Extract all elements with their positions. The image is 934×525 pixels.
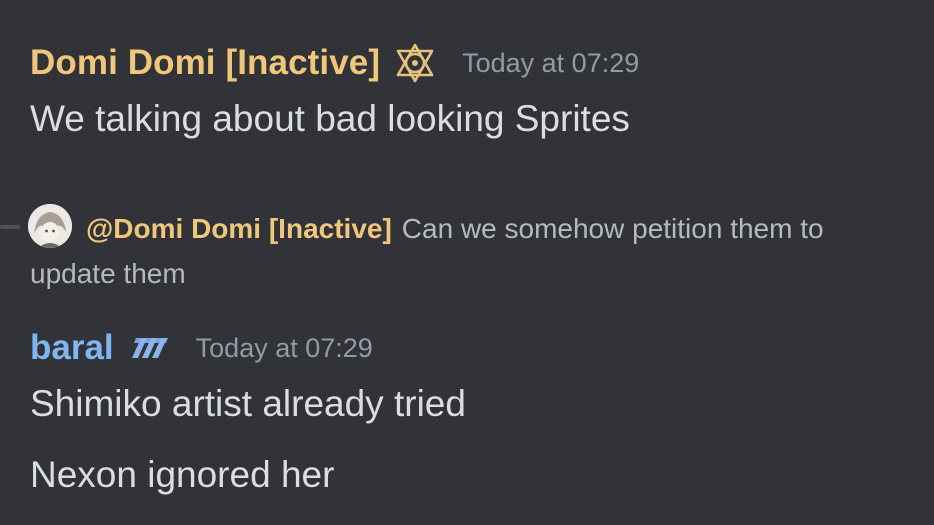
- message-author-name[interactable]: Domi Domi [Inactive]: [30, 43, 380, 83]
- reply-spine: [0, 225, 20, 229]
- message-text: We talking about bad looking Sprites: [30, 98, 630, 139]
- reply-preview[interactable]: @Domi Domi [Inactive] Can we somehow peti…: [30, 206, 910, 296]
- message-header: Domi Domi [Inactive] Today at 07:29: [30, 38, 639, 88]
- message-author-name[interactable]: baral: [30, 328, 114, 368]
- message-timestamp[interactable]: Today at 07:29: [196, 333, 373, 364]
- reply-mention[interactable]: @Domi Domi [Inactive]: [86, 213, 392, 244]
- message-text: Nexon ignored her: [30, 454, 335, 495]
- triangle-knot-icon[interactable]: [392, 40, 438, 86]
- message-timestamp[interactable]: Today at 07:29: [462, 48, 639, 79]
- message-header: baral Today at 07:29: [30, 323, 373, 373]
- clan-tag-icon[interactable]: [130, 335, 174, 361]
- message-text: Shimiko artist already tried: [30, 383, 466, 424]
